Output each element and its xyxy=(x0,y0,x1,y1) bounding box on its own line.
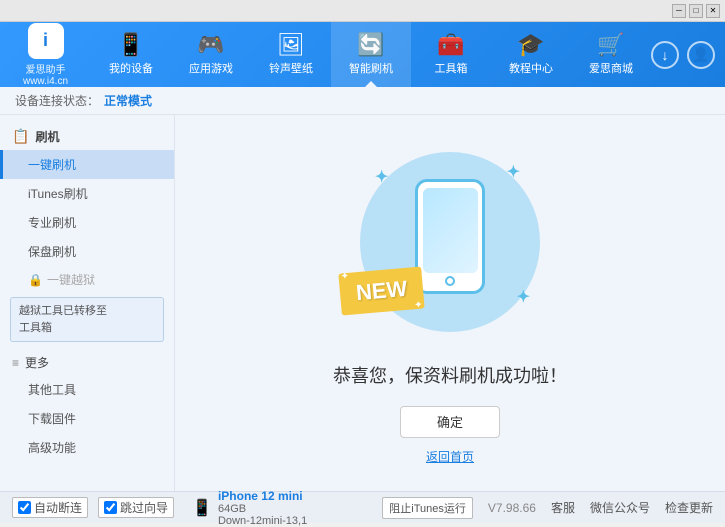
sparkle-topright: ✦ xyxy=(507,162,520,182)
status-label: 设备连接状态： xyxy=(15,92,99,109)
sparkle-topleft: ✦ xyxy=(375,167,388,187)
new-banner: ✦ NEW ✦ xyxy=(338,266,425,315)
auto-close-label: 自动断连 xyxy=(34,499,82,516)
go-back-link[interactable]: 返回首页 xyxy=(426,448,474,465)
phone-home-button xyxy=(445,276,455,286)
star-left: ✦ xyxy=(340,270,349,282)
phone-screen xyxy=(423,188,478,273)
close-btn[interactable]: ✕ xyxy=(706,4,720,18)
flash-section-label: 刷机 xyxy=(35,128,59,145)
more-lines-icon: ≡ xyxy=(12,356,19,370)
app-games-label: 应用游戏 xyxy=(189,60,233,76)
sidebar-more-title: ≡ 更多 xyxy=(0,346,174,375)
bottom-left: 自动断连 跳过向导 📱 iPhone 12 mini 64GB Down-12m… xyxy=(12,489,307,527)
wallpaper-label: 铃声壁纸 xyxy=(269,60,313,76)
sidebar-item-download-firmware[interactable]: 下载固件 xyxy=(0,404,174,433)
minimize-btn[interactable]: ─ xyxy=(672,4,686,18)
nav-store[interactable]: 🛒 爱思商城 xyxy=(571,22,651,87)
skip-wizard-checkbox[interactable]: 跳过向导 xyxy=(98,497,174,518)
nav-right: ↓ 👤 xyxy=(651,41,725,69)
restore-btn[interactable]: □ xyxy=(689,4,703,18)
toolbox-icon: 🧰 xyxy=(437,34,464,56)
logo-icon: i xyxy=(28,23,64,59)
device-name: iPhone 12 mini xyxy=(218,489,307,503)
status-bar: 设备连接状态： 正常模式 xyxy=(0,87,725,115)
store-label: 爱思商城 xyxy=(589,60,633,76)
sidebar-item-pro-flash[interactable]: 专业刷机 xyxy=(0,208,174,237)
nav-items: 📱 我的设备 🎮 应用游戏 🖼 铃声壁纸 🔄 智能刷机 🧰 工具箱 🎓 教程中心… xyxy=(91,22,651,87)
sidebar: 📋 刷机 一键刷机 iTunes刷机 专业刷机 保盘刷机 🔒 一键越狱 越狱工具… xyxy=(0,115,175,491)
nav-app-games[interactable]: 🎮 应用游戏 xyxy=(171,22,251,87)
auto-close-checkbox[interactable]: 自动断连 xyxy=(12,497,88,518)
skip-wizard-check[interactable] xyxy=(104,501,117,514)
nav-tutorial[interactable]: 🎓 教程中心 xyxy=(491,22,571,87)
sparkle-bottomright: ✦ xyxy=(517,287,530,307)
sidebar-flash-title: 📋 刷机 xyxy=(0,123,174,150)
sidebar-notice-jailbreak: 越狱工具已转移至工具箱 xyxy=(10,297,164,342)
version-text: V7.98.66 xyxy=(488,501,536,515)
success-illustration: ✦ ✦ ✦ ✦ NEW ✦ xyxy=(350,142,550,342)
toolbox-label: 工具箱 xyxy=(435,60,468,76)
success-title: 恭喜您，保资料刷机成功啦！ xyxy=(333,362,567,388)
download-btn[interactable]: ↓ xyxy=(651,41,679,69)
nav-header: i 爱思助手 www.i4.cn 📱 我的设备 🎮 应用游戏 🖼 铃声壁纸 🔄 … xyxy=(0,22,725,87)
profile-btn[interactable]: 👤 xyxy=(687,41,715,69)
wechat-link[interactable]: 微信公众号 xyxy=(590,499,650,516)
skip-wizard-label: 跳过向导 xyxy=(120,499,168,516)
app-games-icon: 🎮 xyxy=(197,34,224,56)
device-phone-icon: 📱 xyxy=(192,498,212,518)
smart-flash-icon: 🔄 xyxy=(357,34,384,56)
device-storage: 64GB xyxy=(218,503,307,515)
my-device-label: 我的设备 xyxy=(109,60,153,76)
main-area: 📋 刷机 一键刷机 iTunes刷机 专业刷机 保盘刷机 🔒 一键越狱 越狱工具… xyxy=(0,115,725,491)
new-text: NEW xyxy=(355,275,408,304)
device-info: 📱 iPhone 12 mini 64GB Down-12mini-13,1 xyxy=(192,489,307,527)
logo-website: www.i4.cn xyxy=(23,76,68,87)
window-controls: ─ □ ✕ xyxy=(672,4,720,18)
star-right: ✦ xyxy=(414,299,423,311)
sidebar-item-itunes-flash[interactable]: iTunes刷机 xyxy=(0,179,174,208)
logo-area: i 爱思助手 www.i4.cn xyxy=(0,23,91,87)
tutorial-icon: 🎓 xyxy=(517,34,544,56)
nav-smart-flash[interactable]: 🔄 智能刷机 xyxy=(331,22,411,87)
my-device-icon: 📱 xyxy=(117,34,144,56)
smart-flash-label: 智能刷机 xyxy=(349,60,393,76)
bottom-right: 阻止iTunes运行 V7.98.66 客服 微信公众号 检查更新 xyxy=(382,497,713,519)
tutorial-label: 教程中心 xyxy=(509,60,553,76)
flash-section-icon: 📋 xyxy=(12,128,29,145)
sidebar-item-jailbreak-disabled: 🔒 一键越狱 xyxy=(0,266,174,293)
status-value: 正常模式 xyxy=(104,92,152,109)
customer-service-link[interactable]: 客服 xyxy=(551,499,575,516)
auto-close-check[interactable] xyxy=(18,501,31,514)
nav-my-device[interactable]: 📱 我的设备 xyxy=(91,22,171,87)
device-model: Down-12mini-13,1 xyxy=(218,515,307,527)
title-bar: ─ □ ✕ xyxy=(0,0,725,22)
sidebar-item-one-click-flash[interactable]: 一键刷机 xyxy=(0,150,174,179)
content-area: ✦ ✦ ✦ ✦ NEW ✦ 恭喜您，保资料刷机成功啦！ 确定 返回首页 xyxy=(175,115,725,491)
lock-icon: 🔒 xyxy=(28,273,43,287)
device-details-group: iPhone 12 mini 64GB Down-12mini-13,1 xyxy=(218,489,307,527)
sidebar-item-other-tools[interactable]: 其他工具 xyxy=(0,375,174,404)
sidebar-item-save-flash[interactable]: 保盘刷机 xyxy=(0,237,174,266)
sidebar-item-advanced[interactable]: 高级功能 xyxy=(0,433,174,462)
check-update-link[interactable]: 检查更新 xyxy=(665,499,713,516)
nav-toolbox[interactable]: 🧰 工具箱 xyxy=(411,22,491,87)
store-icon: 🛒 xyxy=(597,34,624,56)
wallpaper-icon: 🖼 xyxy=(277,34,305,56)
logo-app-name: 爱思助手 xyxy=(26,61,66,76)
phone-illustration xyxy=(415,179,485,294)
confirm-button[interactable]: 确定 xyxy=(400,406,500,438)
bottom-bar: 自动断连 跳过向导 📱 iPhone 12 mini 64GB Down-12m… xyxy=(0,491,725,523)
itunes-btn[interactable]: 阻止iTunes运行 xyxy=(382,497,473,519)
nav-wallpaper[interactable]: 🖼 铃声壁纸 xyxy=(251,22,331,87)
